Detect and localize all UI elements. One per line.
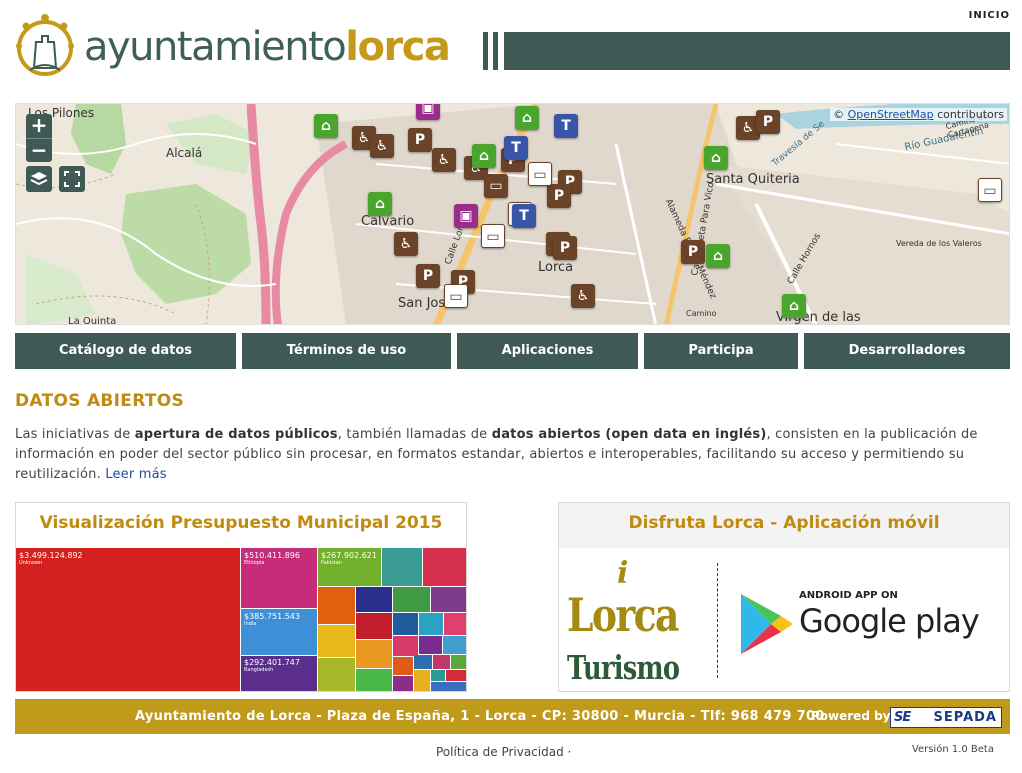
logo-word-ayuntamiento: ayuntamiento	[84, 24, 347, 70]
museum-marker-icon[interactable]: ⌂	[706, 244, 730, 268]
museum-marker-icon[interactable]: ⌂	[314, 114, 338, 138]
nav-catalogo[interactable]: Catálogo de datos	[15, 333, 236, 369]
nav-aplicaciones[interactable]: Aplicaciones	[457, 333, 638, 369]
museum-marker-icon[interactable]: ⌂	[782, 294, 806, 318]
map-label: Santa Quiteria	[706, 172, 800, 187]
app-banner[interactable]: i Lorca Turismo ANDROID APP ON Google pl…	[559, 548, 1009, 691]
treemap-label: Bangladesh	[244, 667, 274, 673]
nav-participa[interactable]: Participa	[644, 333, 798, 369]
parking-marker-icon[interactable]: P	[408, 128, 432, 152]
fullscreen-icon[interactable]	[59, 166, 85, 192]
budget-card[interactable]: Visualización Presupuesto Municipal 2015	[15, 502, 467, 692]
taxi-marker-icon[interactable]: T	[504, 136, 528, 160]
bus-marker-icon[interactable]: ▭	[481, 224, 505, 248]
openstreetmap-link[interactable]: OpenStreetMap	[848, 108, 934, 121]
logo-word-lorca: lorca	[345, 24, 451, 70]
treemap-label: Ethiopia	[244, 560, 265, 566]
treemap-value: $267.902.621	[321, 551, 377, 560]
budget-treemap[interactable]: $3.499.124.892 Unknown $510.411.896 Ethi…	[16, 548, 466, 691]
sepada-logo[interactable]: SE SEPADA	[890, 707, 1002, 728]
read-more-link[interactable]: Leer más	[105, 467, 167, 482]
powered-by: Powered by	[811, 709, 891, 723]
treemap-value: $3.499.124.892	[19, 551, 83, 560]
treemap-label: India	[244, 621, 257, 627]
taxi-marker-icon[interactable]: T	[512, 204, 536, 228]
treemap-value: $292.401.747	[244, 658, 300, 667]
bus-marker-icon[interactable]: ▭	[528, 162, 552, 186]
parking-marker-icon[interactable]: P	[416, 264, 440, 288]
parking-marker-icon[interactable]: P	[553, 236, 577, 260]
page-title: DATOS ABIERTOS	[15, 391, 185, 411]
zoom-control: + −	[26, 114, 52, 162]
treemap-graphic	[16, 548, 466, 691]
accessibility-marker-icon[interactable]: ♿	[394, 232, 418, 256]
footer-address: Ayuntamiento de Lorca - Plaza de España,…	[135, 709, 825, 724]
map-label: Vereda de los Valeros	[896, 239, 982, 248]
treemap-value: $385.751.543	[244, 612, 300, 621]
treemap-label: Pakistan	[321, 560, 342, 566]
divider	[717, 563, 718, 678]
privacy-link[interactable]: Política de Privacidad ·	[436, 745, 571, 759]
accessibility-marker-icon[interactable]: ♿	[571, 284, 595, 308]
bus-marker-icon[interactable]: ▭	[484, 174, 508, 198]
bus-marker-icon[interactable]: ▭	[978, 178, 1002, 202]
map-label: Lorca	[538, 260, 574, 275]
treemap-value: $510.411.896	[244, 551, 300, 560]
taxi-marker-icon[interactable]: T	[554, 114, 578, 138]
parking-marker-icon[interactable]: P	[681, 240, 705, 264]
map-label: Calvario	[361, 214, 415, 229]
theatre-marker-icon[interactable]: ▣	[454, 204, 478, 228]
lorca-emblem-icon	[16, 14, 74, 76]
google-play-icon	[741, 594, 793, 654]
budget-card-title: Visualización Presupuesto Municipal 2015	[39, 513, 443, 533]
treemap-label: Unknown	[19, 560, 43, 566]
accessibility-marker-icon[interactable]: ♿	[432, 148, 456, 172]
parking-marker-icon[interactable]: P	[756, 110, 780, 134]
museum-marker-icon[interactable]: ⌂	[368, 192, 392, 216]
theatre-marker-icon[interactable]: ▣	[416, 104, 440, 120]
main-nav: Catálogo de datos Términos de uso Aplica…	[15, 333, 1010, 369]
parking-marker-icon[interactable]: P	[547, 184, 571, 208]
city-map[interactable]: Los Pilones Alcalá Calvario San José La …	[15, 103, 1010, 325]
footer: Ayuntamiento de Lorca - Plaza de España,…	[15, 699, 1010, 734]
map-label: Alcalá	[166, 146, 203, 160]
museum-marker-icon[interactable]: ⌂	[515, 106, 539, 130]
site-logo[interactable]: ayuntamientolorca	[14, 12, 484, 82]
zoom-in-button[interactable]: +	[26, 114, 52, 138]
nav-terminos[interactable]: Términos de uso	[242, 333, 451, 369]
lorca-turismo-logo: i Lorca Turismo	[567, 556, 680, 687]
inicio-link[interactable]: INICIO	[969, 10, 1010, 21]
museum-marker-icon[interactable]: ⌂	[704, 146, 728, 170]
museum-marker-icon[interactable]: ⌂	[472, 144, 496, 168]
map-label: La Quinta	[68, 316, 117, 325]
map-attribution: © OpenStreetMap contributors	[830, 108, 1007, 121]
version-label: Versión 1.0 Beta	[911, 744, 994, 755]
nav-desarrolladores[interactable]: Desarrolladores	[804, 333, 1010, 369]
accessibility-marker-icon[interactable]: ♿	[370, 134, 394, 158]
map-label: Camino	[686, 309, 717, 318]
bus-marker-icon[interactable]: ▭	[444, 284, 468, 308]
layers-icon[interactable]	[26, 166, 52, 192]
intro-paragraph: Las iniciativas de apertura de datos púb…	[15, 427, 978, 482]
mobile-app-card[interactable]: Disfruta Lorca - Aplicación móvil i Lorc…	[558, 502, 1010, 692]
app-card-title: Disfruta Lorca - Aplicación móvil	[628, 513, 940, 533]
zoom-out-button[interactable]: −	[26, 138, 52, 162]
